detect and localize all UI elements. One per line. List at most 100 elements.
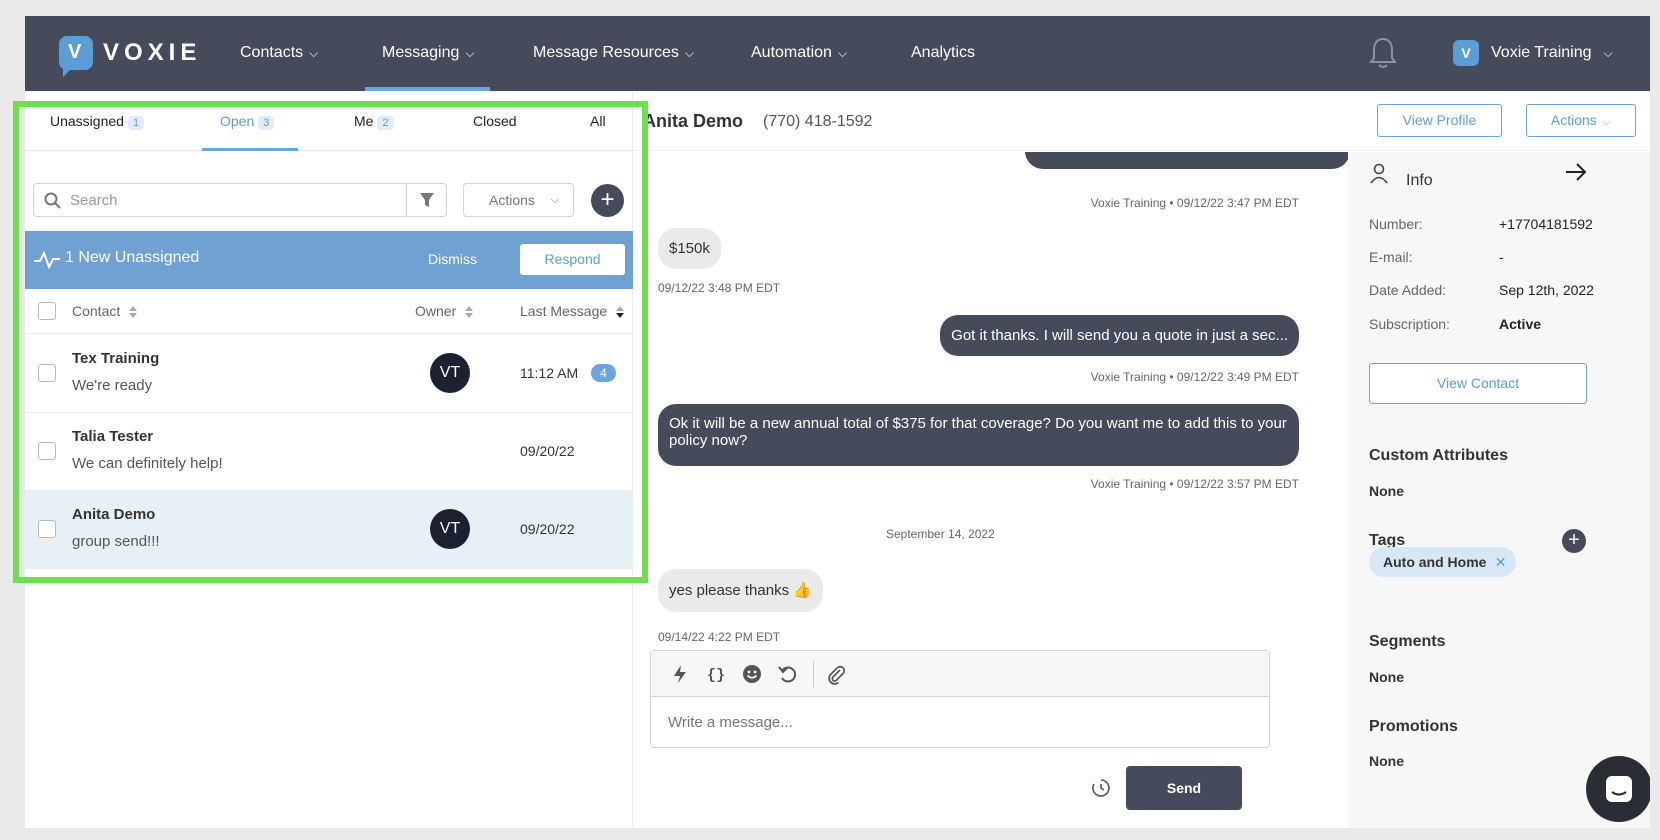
nav-automation[interactable]: Automation ⌵: [751, 16, 847, 91]
chevron-down-icon: ⌵: [684, 46, 694, 60]
row-checkbox[interactable]: [38, 364, 56, 382]
arrow-right-icon[interactable]: [1565, 162, 1587, 182]
add-tag-button[interactable]: +: [1562, 529, 1586, 553]
row-checkbox[interactable]: [38, 442, 56, 460]
account-menu[interactable]: V Voxie Training ⌵: [1453, 40, 1613, 66]
search-input[interactable]: [70, 190, 380, 210]
new-conversation-button[interactable]: +: [591, 184, 624, 217]
view-profile-button[interactable]: View Profile: [1377, 104, 1502, 137]
sort-icon: [465, 306, 474, 319]
logo-icon: V: [59, 36, 93, 77]
unread-badge: 4: [591, 364, 616, 382]
app-window: V VOXIE Contacts ⌵ Messaging ⌵ Message Res…: [25, 16, 1650, 828]
message-meta: Voxie Training • 09/12/22 3:49 PM EDT: [1090, 370, 1299, 384]
incoming-message: yes please thanks 👍: [658, 569, 823, 612]
segments-value: None: [1369, 669, 1404, 685]
dismiss-button[interactable]: Dismiss: [428, 251, 477, 267]
segments-title: Segments: [1369, 633, 1446, 650]
outgoing-message: [1025, 152, 1348, 169]
conversation-phone: (770) 418-1592: [763, 113, 873, 130]
bell-icon[interactable]: [1368, 36, 1398, 70]
message-preview: We can definitely help!: [72, 455, 223, 472]
promotions-value: None: [1369, 753, 1404, 769]
banner-text: 1 New Unassigned: [65, 249, 200, 266]
message-preview: group send!!!: [72, 533, 160, 550]
promotions-title: Promotions: [1369, 718, 1458, 735]
filter-button[interactable]: [406, 184, 446, 216]
last-message-time: 09/20/22: [520, 443, 575, 459]
tab-me[interactable]: Me 2: [354, 113, 394, 130]
view-contact-button[interactable]: View Contact: [1369, 363, 1587, 404]
braces-icon[interactable]: {}: [705, 663, 727, 685]
column-last-message[interactable]: Last Message: [520, 303, 625, 319]
top-navbar: V VOXIE Contacts ⌵ Messaging ⌵ Message Res…: [25, 16, 1650, 91]
field-value: Active: [1499, 316, 1542, 332]
conversation-row[interactable]: Tex Training We're ready VT 11:12 AM 4: [25, 335, 633, 413]
tab-open[interactable]: Open 3: [220, 113, 275, 130]
filter-icon: [420, 193, 434, 207]
tag-chip: Auto and Home ✕: [1369, 547, 1517, 577]
contact-name: Anita Demo: [72, 506, 156, 523]
toolbar-divider: [813, 661, 814, 687]
custom-attributes-title: Custom Attributes: [1369, 447, 1508, 464]
field-label: E-mail:: [1369, 249, 1413, 265]
attachment-icon[interactable]: [825, 663, 847, 685]
voxie-logo[interactable]: V VOXIE: [59, 36, 201, 77]
message-preview: We're ready: [72, 377, 153, 394]
sort-icon: [129, 306, 138, 319]
tab-unassigned[interactable]: Unassigned 1: [50, 113, 145, 130]
account-logo-icon: V: [1453, 40, 1479, 66]
conversation-header: Anita Demo (770) 418-1592 View Profile A…: [634, 91, 1650, 151]
send-button[interactable]: Send: [1126, 766, 1242, 810]
field-label: Number:: [1369, 216, 1423, 232]
nav-messaging[interactable]: Messaging ⌵: [364, 16, 492, 91]
active-tab-indicator: [202, 148, 298, 151]
support-chat-launcher[interactable]: [1586, 756, 1650, 822]
tab-all[interactable]: All: [590, 113, 606, 129]
message-meta: 09/12/22 3:48 PM EDT: [658, 281, 781, 295]
field-value: +17704181592: [1499, 216, 1593, 232]
column-contact[interactable]: Contact: [72, 303, 138, 319]
nav-analytics[interactable]: Analytics: [911, 16, 975, 91]
inbox-panel: Unassigned1 Open3 Me2 Closed All Actions…: [25, 91, 633, 828]
svg-text:{}: {}: [707, 667, 725, 684]
field-value: Sep 12th, 2022: [1499, 282, 1594, 298]
info-title: Info: [1406, 172, 1433, 189]
info-content: Info Number: +17704181592 E-mail: - Date…: [1369, 152, 1650, 828]
search-icon: [44, 192, 61, 209]
new-unassigned-banner: 1 New Unassigned Dismiss Respond: [25, 231, 633, 289]
account-name: Voxie Training: [1491, 44, 1592, 61]
table-header: Contact Owner Last Message: [25, 289, 633, 334]
respond-button[interactable]: Respond: [520, 244, 625, 275]
sort-desc-icon: [616, 306, 625, 319]
tab-closed[interactable]: Closed: [473, 113, 517, 129]
contact-info-panel: Info Number: +17704181592 E-mail: - Date…: [1348, 152, 1650, 828]
chat-icon: [1606, 776, 1632, 802]
emoji-icon[interactable]: [741, 663, 763, 685]
remove-tag-icon[interactable]: ✕: [1495, 547, 1507, 577]
inbox-actions-dropdown[interactable]: Actions ⌵: [463, 183, 574, 217]
lightning-icon[interactable]: [669, 663, 691, 685]
chevron-down-icon: ⌵: [1603, 45, 1613, 60]
field-label: Subscription:: [1369, 316, 1450, 332]
nav-contacts[interactable]: Contacts ⌵: [240, 16, 318, 91]
last-message-time: 11:12 AM: [520, 365, 579, 381]
message-input[interactable]: [668, 711, 1248, 733]
conversation-actions-button[interactable]: Actions ⌵: [1526, 104, 1636, 137]
conversation-row-selected[interactable]: Anita Demo group send!!! VT 09/20/22: [25, 491, 633, 569]
contact-name: Tex Training: [72, 350, 160, 367]
schedule-icon[interactable]: [1091, 778, 1111, 798]
row-checkbox[interactable]: [38, 520, 56, 538]
message-meta: 09/14/22 4:22 PM EDT: [658, 630, 781, 644]
custom-attributes-value: None: [1369, 483, 1404, 499]
conversation-row[interactable]: Talia Tester We can definitely help! 09/…: [25, 413, 633, 491]
owner-avatar: VT: [430, 353, 470, 393]
undo-icon[interactable]: [777, 663, 799, 685]
field-value: -: [1499, 249, 1504, 265]
select-all-checkbox[interactable]: [38, 302, 56, 320]
nav-message-resources[interactable]: Message Resources ⌵: [533, 16, 694, 91]
pulse-icon: [34, 250, 60, 270]
column-owner[interactable]: Owner: [415, 303, 474, 319]
chevron-down-icon: ⌵: [550, 194, 559, 206]
outgoing-message: Ok it will be a new annual total of $375…: [658, 404, 1299, 466]
